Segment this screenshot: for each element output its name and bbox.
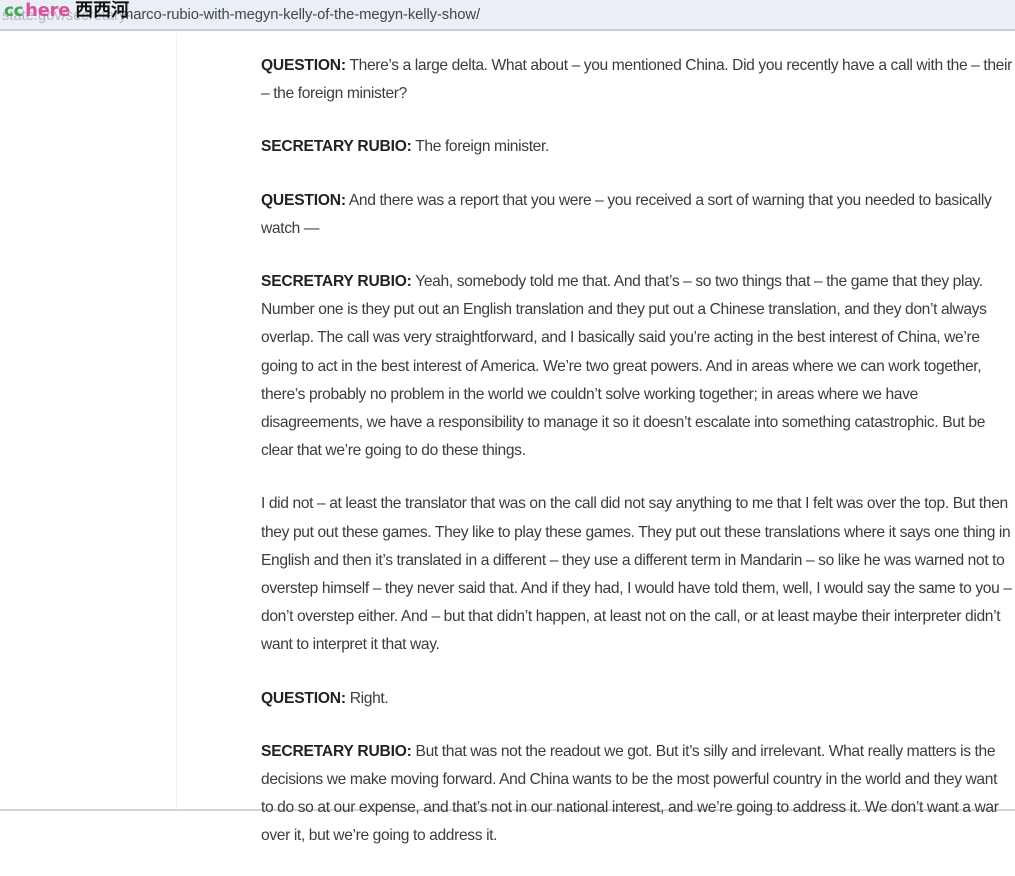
paragraph-text: There’s a large delta. What about – you … xyxy=(261,57,1012,103)
speaker-label: QUESTION: xyxy=(261,57,346,74)
left-margin-rail xyxy=(0,33,177,809)
transcript-paragraph: I did not – at least the translator that… xyxy=(261,490,1013,659)
speaker-label: SECRETARY RUBIO: xyxy=(261,273,412,291)
watermark-cc-text: cc xyxy=(4,0,24,21)
watermark-here-text: here xyxy=(25,0,71,21)
transcript-paragraph: QUESTION: Right. xyxy=(261,685,1013,713)
speaker-label: SECRETARY RUBIO: xyxy=(261,138,412,156)
site-watermark-logo: cc here 西西河 xyxy=(4,0,129,22)
paragraph-text: The foreign minister. xyxy=(411,138,549,156)
page-content-area: QUESTION: There’s a large delta. What ab… xyxy=(0,33,1015,844)
speaker-label: QUESTION: xyxy=(261,689,346,707)
transcript-paragraph: SECRETARY RUBIO: Yeah, somebody told me … xyxy=(261,268,1013,465)
transcript-article: QUESTION: There’s a large delta. What ab… xyxy=(261,33,1013,876)
transcript-paragraph: SECRETARY RUBIO: The foreign minister. xyxy=(261,133,1013,161)
address-bar-url: marco-rubio-with-megyn-kelly-of-the-megy… xyxy=(121,7,480,23)
paragraph-text: I did not – at least the translator that… xyxy=(261,495,1012,654)
paragraph-text: Yeah, somebody told me that. And that’s … xyxy=(261,273,987,460)
speaker-label: SECRETARY RUBIO: xyxy=(261,742,412,760)
paragraph-text: Right. xyxy=(345,689,389,707)
watermark-chinese-text: 西西河 xyxy=(75,0,130,21)
transcript-paragraph: QUESTION: There’s a large delta. What ab… xyxy=(261,52,1013,108)
speaker-label: QUESTION: xyxy=(261,191,346,209)
transcript-paragraph: QUESTION: And there was a report that yo… xyxy=(261,187,1013,243)
browser-address-bar[interactable]: state.gov/secretary- marco-rubio-with-me… xyxy=(0,0,1015,31)
paragraph-text: And there was a report that you were – y… xyxy=(261,191,992,237)
transcript-paragraph: SECRETARY RUBIO: But that was not the re… xyxy=(261,738,1013,851)
